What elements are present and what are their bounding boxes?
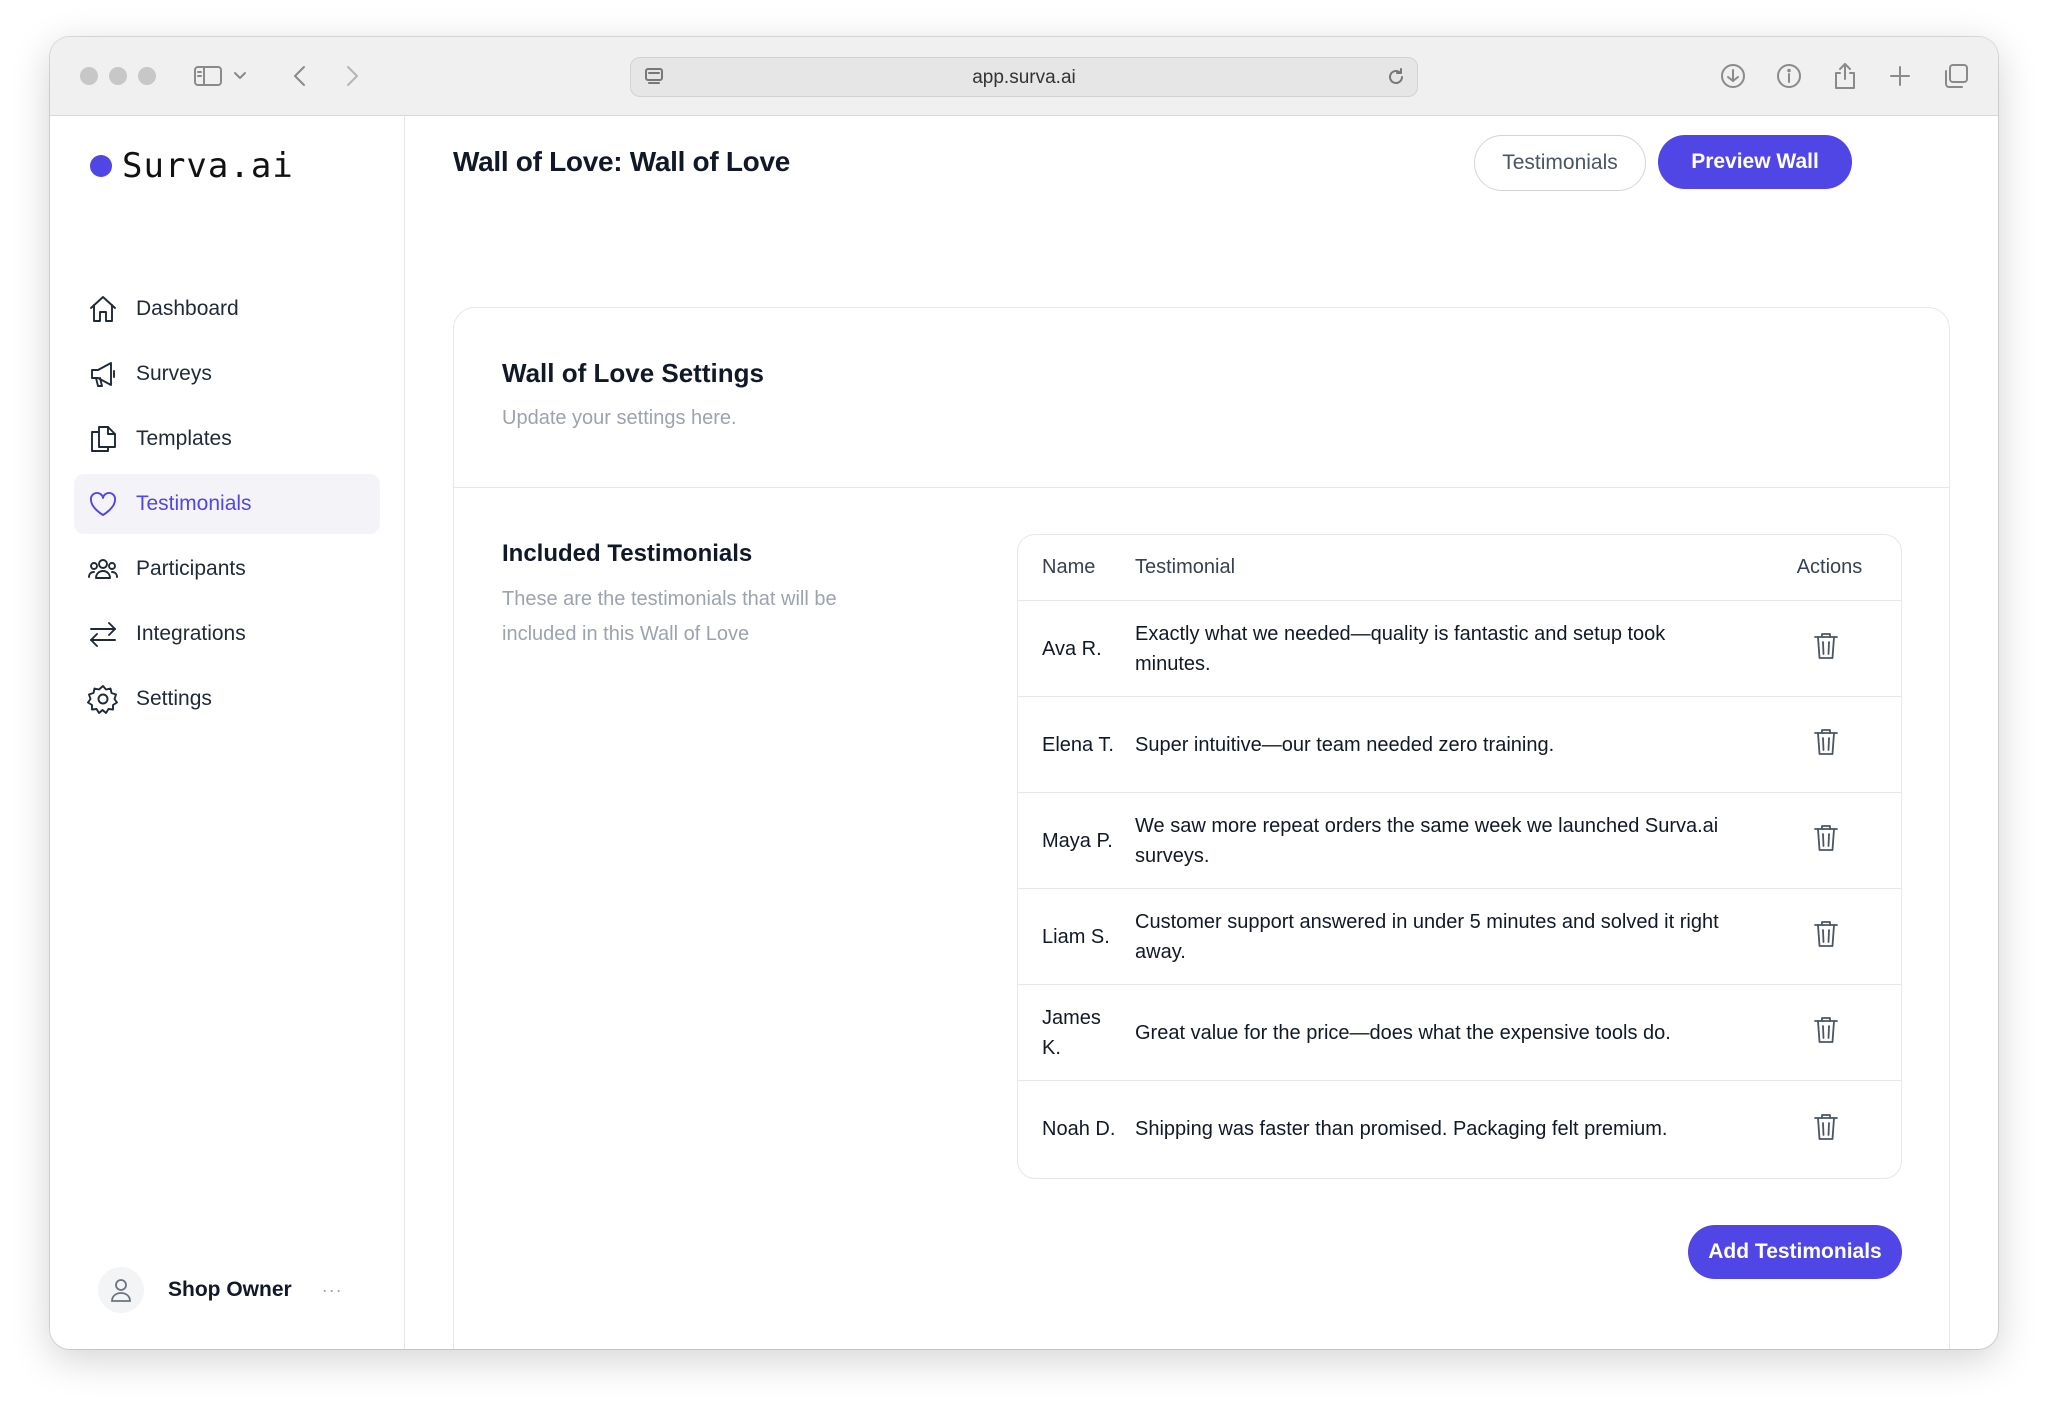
reload-icon[interactable] (1385, 66, 1407, 93)
sidebar-item-label: Surveys (136, 362, 212, 385)
row-testimonial: Customer support answered in under 5 min… (1135, 910, 1719, 963)
table-header: Name Testimonial Actions (1018, 535, 1901, 601)
sidebar-item-surveys[interactable]: Surveys (74, 344, 380, 404)
forward-icon[interactable] (332, 57, 372, 95)
add-testimonials-button[interactable]: Add Testimonials (1688, 1225, 1902, 1279)
browser-window: app.surva.ai Surva.ai Dashboard Surveys … (50, 37, 1998, 1349)
sidebar-item-testimonials[interactable]: Testimonials (74, 474, 380, 534)
brand-dot-icon (90, 155, 112, 177)
table-row: Elena T. Super intuitive—our team needed… (1018, 697, 1901, 793)
testimonials-button[interactable]: Testimonials (1474, 135, 1646, 191)
url-text: app.surva.ai (972, 67, 1076, 88)
browser-toolbar: app.surva.ai (50, 37, 1998, 116)
row-name: Elena T. (1042, 733, 1114, 756)
settings-card-header: Wall of Love Settings Update your settin… (454, 308, 1949, 488)
sidebar-item-label: Integrations (136, 622, 246, 645)
sidebar-item-settings[interactable]: Settings (74, 669, 380, 729)
column-header-actions: Actions (1796, 556, 1863, 578)
sidebar-item-label: Dashboard (136, 297, 239, 320)
megaphone-icon (86, 357, 120, 391)
home-icon (86, 292, 120, 326)
row-name: Maya P. (1042, 829, 1113, 852)
new-tab-icon[interactable] (1880, 57, 1920, 95)
sidebar-item-label: Participants (136, 557, 246, 580)
sidebar-item-label: Settings (136, 687, 212, 710)
documents-icon (86, 422, 120, 456)
user-menu[interactable]: Shop Owner ··· (98, 1267, 358, 1313)
brand-name: Surva.ai (122, 146, 294, 186)
row-name: Liam S. (1042, 925, 1110, 948)
gear-icon (86, 682, 120, 716)
address-bar[interactable]: app.surva.ai (630, 57, 1418, 97)
brand-logo[interactable]: Surva.ai (90, 146, 294, 186)
minimize-window-button[interactable] (109, 67, 127, 85)
users-icon (86, 552, 120, 586)
sidebar-nav: Dashboard Surveys Templates Testimonials (74, 279, 380, 734)
row-name: James K. (1042, 1006, 1101, 1059)
row-testimonial: Great value for the price—does what the … (1135, 1021, 1671, 1044)
sidebar-item-label: Testimonials (136, 492, 252, 515)
sidebar-item-label: Templates (136, 427, 232, 450)
table-row: Liam S. Customer support answered in und… (1018, 889, 1901, 985)
trash-icon[interactable] (1806, 818, 1846, 858)
included-testimonials-description: These are the testimonials that will be … (502, 588, 837, 645)
sidebar-toggle-icon[interactable] (188, 57, 228, 95)
trash-icon[interactable] (1806, 722, 1846, 762)
included-testimonials-title: Included Testimonials (502, 540, 753, 567)
close-window-button[interactable] (80, 67, 98, 85)
page-title: Wall of Love: Wall of Love (453, 146, 791, 177)
row-testimonial: Shipping was faster than promised. Packa… (1135, 1118, 1668, 1140)
trash-icon[interactable] (1806, 626, 1846, 666)
zoom-window-button[interactable] (138, 67, 156, 85)
info-icon[interactable] (1769, 57, 1809, 95)
row-testimonial: We saw more repeat orders the same week … (1135, 814, 1719, 867)
main-content: Wall of Love: Wall of Love Testimonials … (406, 116, 1998, 1349)
settings-subtitle: Update your settings here. (502, 407, 737, 429)
sidebar-item-participants[interactable]: Participants (74, 539, 380, 599)
row-name: Noah D. (1042, 1118, 1116, 1140)
column-header-testimonial: Testimonial (1135, 556, 1236, 578)
heart-icon (86, 487, 120, 521)
more-options-icon[interactable]: ··· (322, 1280, 343, 1301)
share-icon[interactable] (1825, 57, 1865, 95)
back-icon[interactable] (280, 57, 320, 95)
window-controls (80, 67, 156, 85)
table-row: James K. Great value for the price—does … (1018, 985, 1901, 1081)
tab-overview-icon[interactable] (1936, 57, 1976, 95)
chevron-down-icon[interactable] (228, 57, 252, 95)
row-testimonial: Super intuitive—our team needed zero tra… (1135, 733, 1555, 756)
testimonials-table: Name Testimonial Actions Ava R. Exactly … (1017, 534, 1902, 1179)
avatar (98, 1267, 144, 1313)
trash-icon[interactable] (1806, 1010, 1846, 1050)
user-name: Shop Owner (168, 1278, 292, 1301)
sidebar: Surva.ai Dashboard Surveys Templates Tes… (50, 116, 405, 1349)
sidebar-item-integrations[interactable]: Integrations (74, 604, 380, 664)
arrows-icon (86, 617, 120, 651)
preview-wall-button[interactable]: Preview Wall (1658, 135, 1852, 189)
download-icon[interactable] (1713, 57, 1753, 95)
table-row: Ava R. Exactly what we needed—quality is… (1018, 601, 1901, 697)
sidebar-item-templates[interactable]: Templates (74, 409, 380, 469)
table-row: Maya P. We saw more repeat orders the sa… (1018, 793, 1901, 889)
row-testimonial: Exactly what we needed—quality is fantas… (1135, 622, 1666, 675)
sidebar-item-dashboard[interactable]: Dashboard (74, 279, 380, 339)
trash-icon[interactable] (1806, 1107, 1846, 1147)
settings-title: Wall of Love Settings (502, 358, 764, 388)
trash-icon[interactable] (1806, 914, 1846, 954)
column-header-name: Name (1042, 556, 1096, 578)
table-row: Noah D. Shipping was faster than promise… (1018, 1081, 1901, 1177)
row-name: Ava R. (1042, 637, 1102, 660)
settings-card: Wall of Love Settings Update your settin… (453, 307, 1950, 1349)
